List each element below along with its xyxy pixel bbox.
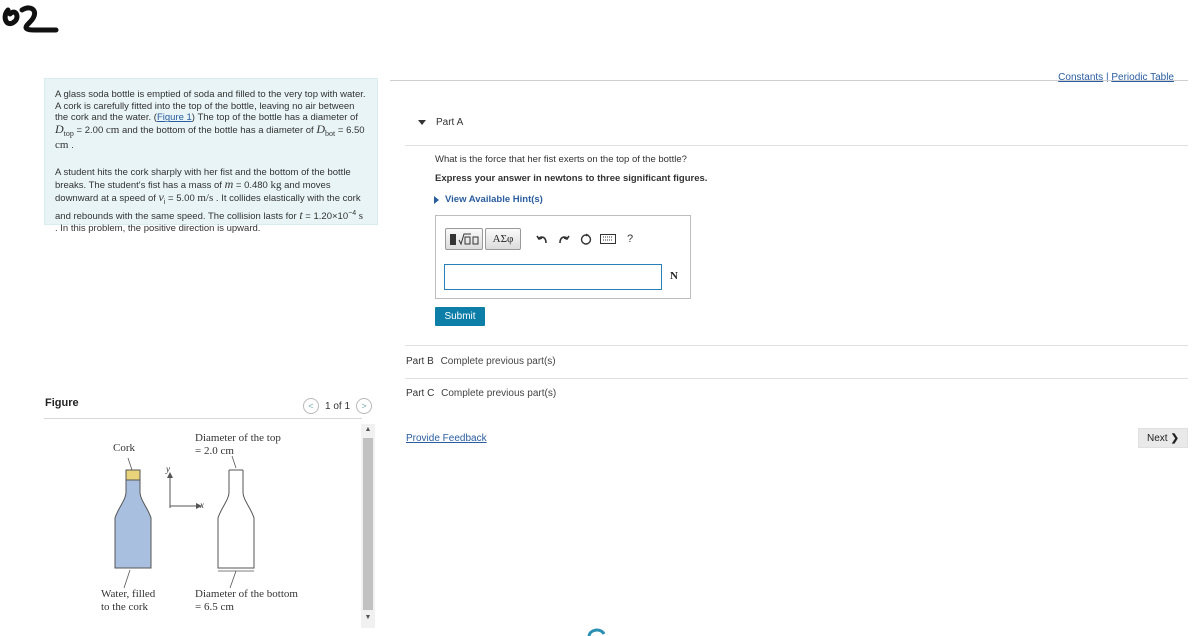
help-icon[interactable]: ? <box>619 228 641 250</box>
cm-unit: cm <box>105 124 120 137</box>
v-unit: m/s <box>197 191 214 204</box>
scroll-up-icon[interactable]: ▲ <box>361 424 375 436</box>
dbot-sub: bot <box>325 129 336 138</box>
provide-feedback-link[interactable]: Provide Feedback <box>406 433 487 444</box>
diameter-bottom-label-2: = 6.5 cm <box>195 601 234 613</box>
handwriting-mark <box>2 5 59 33</box>
part-b-rule <box>405 345 1188 346</box>
dtop-symbol: D <box>55 122 64 137</box>
part-b-row[interactable]: Part B Complete previous part(s) <box>406 356 556 367</box>
water-label-2: to the cork <box>101 601 149 613</box>
answer-unit: N <box>670 270 678 282</box>
t-symbol: t <box>299 208 303 223</box>
prev-figure-button[interactable]: < <box>303 398 319 414</box>
answer-input[interactable] <box>444 264 662 290</box>
problem-paragraph-2: A student hits the cork sharply with her… <box>55 167 364 235</box>
dbot-symbol: D <box>316 122 325 137</box>
axis-y-label: y <box>166 464 170 474</box>
part-a-question: What is the force that her fist exerts o… <box>435 154 687 165</box>
problem-text: and the bottom of the bottle has a diame… <box>121 125 314 137</box>
diameter-bottom-label-1: Diameter of the bottom <box>195 588 298 600</box>
v-value: 5.00 <box>176 192 195 204</box>
expand-icon <box>434 195 439 204</box>
water-bottle <box>114 477 152 569</box>
undo-icon[interactable] <box>531 228 553 250</box>
problem-paragraph-1: A glass soda bottle is emptied of soda a… <box>55 89 366 151</box>
top-divider <box>390 80 1188 81</box>
axis-x-label: x <box>200 500 204 510</box>
next-label: Next <box>1147 432 1168 444</box>
next-figure-button[interactable]: > <box>356 398 373 414</box>
water-label-1: Water, filled <box>101 588 156 600</box>
redo-icon[interactable] <box>553 228 575 250</box>
reset-icon[interactable] <box>575 228 597 250</box>
m-value: 0.480 <box>244 180 268 192</box>
v-sub: i <box>163 198 166 206</box>
greek-symbols-button[interactable]: ΑΣφ <box>485 228 521 250</box>
t-unit: s <box>358 210 364 223</box>
part-c-status: Complete previous part(s) <box>441 388 557 399</box>
cm-unit: cm <box>55 138 69 151</box>
figure-scrollbar[interactable]: ▲ ▼ <box>361 424 375 628</box>
problem-text: In this problem, the positive direction … <box>60 223 261 235</box>
part-a-title: Part A <box>436 117 464 128</box>
part-a-instruction: Express your answer in newtons to three … <box>435 173 708 184</box>
constants-link[interactable]: Constants <box>1058 72 1103 83</box>
resource-links: Constants | Periodic Table <box>1058 72 1174 83</box>
next-button[interactable]: Next ❯ <box>1138 428 1188 448</box>
figure-title: Figure <box>45 397 79 409</box>
templates-icon <box>450 233 479 246</box>
scrollbar-thumb[interactable] <box>363 438 373 610</box>
hints-label: View Available Hint(s) <box>445 194 543 205</box>
math-toolbar: ΑΣφ ? <box>445 228 641 250</box>
problem-statement: A glass soda bottle is emptied of soda a… <box>44 78 378 234</box>
figure-pager: < 1 of 1 > <box>303 398 373 414</box>
templates-button[interactable] <box>445 228 483 250</box>
chevron-left-icon: < <box>308 400 314 411</box>
cork-shape <box>125 469 141 481</box>
periodic-table-link[interactable]: Periodic Table <box>1111 72 1174 83</box>
problem-text: The top of the bottle has a diameter of <box>197 112 358 124</box>
cork-label: Cork <box>113 442 135 454</box>
chevron-right-icon: ❯ <box>1170 432 1179 444</box>
t-value: 1.20×10 <box>313 211 349 223</box>
part-c-title: Part C <box>406 388 435 399</box>
link-separator: | <box>1105 72 1109 83</box>
dtop-sub: top <box>63 129 74 138</box>
part-c-row[interactable]: Part C Complete previous part(s) <box>406 388 556 399</box>
view-hints-link[interactable]: View Available Hint(s) <box>434 194 543 205</box>
part-a-rule <box>405 145 1188 146</box>
m-symbol: m <box>224 177 234 192</box>
part-b-title: Part B <box>406 356 434 367</box>
kg-unit: kg <box>270 179 282 192</box>
figure-pager-text: 1 of 1 <box>325 400 351 412</box>
part-a-header[interactable]: Part A <box>418 117 463 128</box>
dbot-value: 6.50 <box>346 125 365 137</box>
part-c-rule <box>405 378 1188 379</box>
keyboard-icon[interactable] <box>597 228 619 250</box>
scroll-down-icon[interactable]: ▼ <box>361 612 375 624</box>
diameter-top-label-1: Diameter of the top <box>195 432 281 444</box>
t-exp: −4 <box>348 210 357 218</box>
empty-bottle <box>217 470 255 569</box>
figure-rule <box>44 418 362 419</box>
diameter-top-label-2: = 2.0 cm <box>195 445 234 457</box>
figure-link[interactable]: Figure 1 <box>157 112 192 123</box>
part-b-status: Complete previous part(s) <box>440 356 556 367</box>
chevron-right-icon: > <box>361 400 367 411</box>
collapse-icon <box>418 120 426 125</box>
loading-spinner-icon <box>587 628 606 636</box>
dtop-value: 2.00 <box>84 125 104 137</box>
submit-button[interactable]: Submit <box>435 307 485 326</box>
